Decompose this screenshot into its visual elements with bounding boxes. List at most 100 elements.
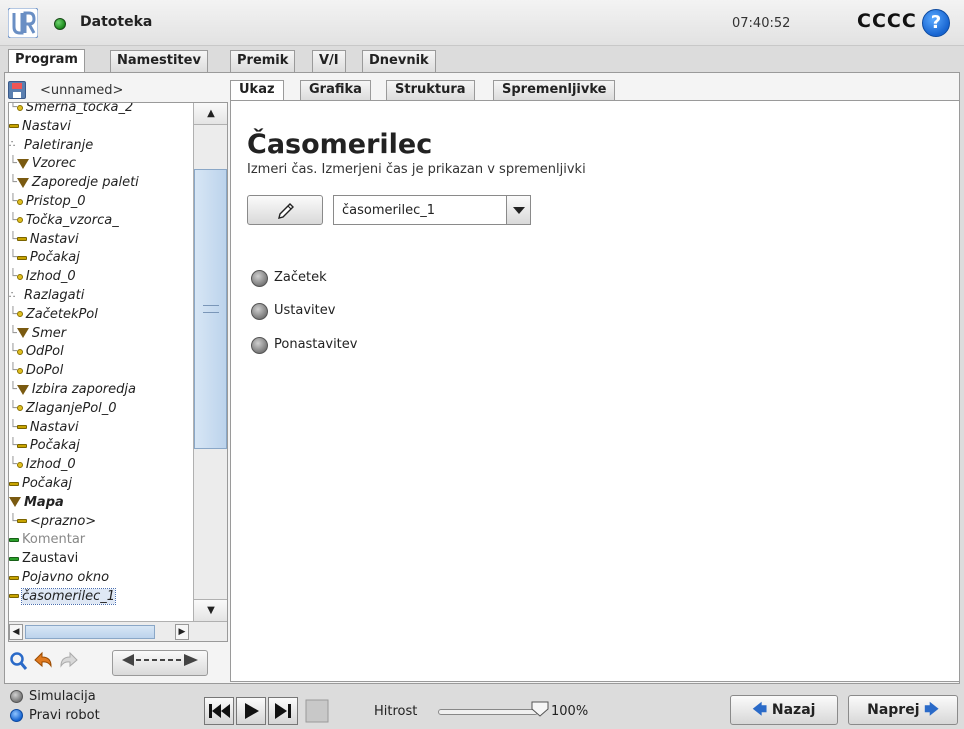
- tree-connector: └: [9, 457, 17, 473]
- tree-vertical-scrollbar[interactable]: ▲ ▼: [193, 103, 227, 621]
- tree-node-label: Zaustavi: [22, 551, 79, 567]
- option-reset-label: Ponastavitev: [274, 337, 358, 352]
- waypoint-icon: [16, 217, 23, 224]
- real-robot-option[interactable]: Pravi robot: [10, 708, 100, 723]
- tree-node[interactable]: └ Nastavi: [9, 231, 193, 249]
- tree-connector: └: [9, 212, 17, 228]
- tree-node[interactable]: └ Zaporedje paleti: [9, 174, 193, 192]
- speed-slider-thumb[interactable]: [530, 700, 550, 718]
- chevron-down-icon[interactable]: [506, 196, 530, 224]
- folder-icon: [16, 328, 29, 339]
- tree-node[interactable]: Zaustavi: [9, 550, 193, 568]
- pencil-icon: [278, 203, 294, 219]
- scroll-up-icon[interactable]: ▲: [194, 103, 227, 125]
- tree-connector: └: [9, 269, 17, 285]
- robot-name: CCCC: [857, 10, 917, 32]
- step-button[interactable]: [268, 697, 298, 725]
- tree-horizontal-scrollbar[interactable]: ◀ ▶: [9, 621, 227, 641]
- tab-installation[interactable]: Namestitev: [110, 50, 208, 72]
- tree-connector: └: [9, 419, 17, 435]
- tree-node[interactable]: └ Vzorec: [9, 155, 193, 173]
- folder-icon: [16, 384, 29, 395]
- command-icon: [9, 556, 19, 561]
- tree-node[interactable]: Pojavno okno: [9, 569, 193, 587]
- arrow-right-icon: 🡆: [924, 702, 939, 718]
- move-node-button[interactable]: [112, 650, 208, 676]
- tree-node-label: Nastavi: [29, 231, 79, 247]
- speed-slider[interactable]: [438, 709, 538, 715]
- tree-connector: └: [9, 231, 17, 247]
- timer-variable-value: časomerilec_1: [342, 203, 435, 218]
- undo-icon[interactable]: [30, 650, 56, 676]
- tree-node[interactable]: časomerilec_1: [9, 587, 193, 606]
- tree-node[interactable]: └ Pristop_0: [9, 193, 193, 211]
- tree-node[interactable]: Komentar: [9, 531, 193, 549]
- tree-node[interactable]: └ Počakaj: [9, 437, 193, 455]
- tree-node[interactable]: Počakaj: [9, 475, 193, 493]
- tree-node[interactable]: └ <prazno>: [9, 513, 193, 531]
- edit-variable-button[interactable]: [247, 195, 323, 225]
- tree-node-label: ZlaganjePol_0: [25, 400, 117, 416]
- tab-structure[interactable]: Struktura: [386, 80, 475, 100]
- program-file-row: <unnamed>: [8, 80, 226, 102]
- tree-node-label: OdPol: [25, 344, 64, 360]
- option-start-label: Začetek: [274, 270, 327, 285]
- tree-toolbar: [8, 648, 228, 678]
- simulation-option[interactable]: Simulacija: [10, 689, 96, 704]
- radio-icon[interactable]: [251, 270, 268, 287]
- next-button[interactable]: Naprej 🡆: [848, 695, 958, 725]
- tab-program[interactable]: Program: [8, 49, 85, 73]
- tree-node[interactable]: └ Smerna_točka_2: [9, 103, 193, 117]
- tree-node[interactable]: └ Izbira zaporedja: [9, 381, 193, 399]
- radio-icon[interactable]: [251, 303, 268, 320]
- real-robot-radio-icon[interactable]: [10, 709, 23, 722]
- tab-log[interactable]: Dnevnik: [362, 50, 436, 72]
- tab-move[interactable]: Premik: [230, 50, 296, 72]
- help-button[interactable]: ?: [922, 9, 950, 37]
- save-icon[interactable]: [8, 81, 26, 99]
- tree-node[interactable]: └ Nastavi: [9, 419, 193, 437]
- tree-node[interactable]: └ Smer: [9, 325, 193, 343]
- tree-node-label: Komentar: [22, 532, 86, 548]
- tree-node[interactable]: └ Počakaj: [9, 249, 193, 267]
- back-button[interactable]: 🡄 Nazaj: [730, 695, 838, 725]
- skip-back-button[interactable]: [204, 697, 234, 725]
- file-menu[interactable]: Datoteka: [80, 14, 152, 30]
- tree-node[interactable]: ∴ Paletiranje: [9, 137, 193, 155]
- tab-command[interactable]: Ukaz: [230, 80, 284, 100]
- scroll-left-icon[interactable]: ◀: [9, 624, 23, 640]
- stop-button[interactable]: [300, 697, 336, 725]
- scroll-down-icon[interactable]: ▼: [194, 599, 227, 621]
- redo-icon[interactable]: [56, 650, 82, 676]
- scroll-grip-icon: [203, 305, 219, 313]
- scroll-right-icon[interactable]: ▶: [175, 624, 189, 640]
- tab-graphics[interactable]: Grafika: [300, 80, 371, 100]
- timer-variable-select[interactable]: časomerilec_1: [333, 195, 531, 225]
- tree-node[interactable]: └ DoPol: [9, 362, 193, 380]
- play-button[interactable]: [236, 697, 266, 725]
- tree-node-label: Izbira zaporedja: [31, 382, 136, 397]
- tree-node[interactable]: └ ZlaganjePol_0: [9, 400, 193, 418]
- simulation-radio-icon[interactable]: [10, 690, 23, 703]
- tree-node-label: Nastavi: [22, 118, 71, 134]
- tree-node[interactable]: └ ZačetekPol: [9, 306, 193, 324]
- horizontal-scroll-thumb[interactable]: [25, 625, 155, 639]
- scroll-thumb[interactable]: [194, 169, 227, 449]
- tree-node[interactable]: └ Izhod_0: [9, 456, 193, 474]
- tree-node[interactable]: └ Izhod_0: [9, 268, 193, 286]
- radio-icon[interactable]: [251, 337, 268, 354]
- tree-node[interactable]: └ Točka_vzorca_: [9, 212, 193, 230]
- waypoint-icon: [16, 461, 23, 468]
- tree-node-label: DoPol: [25, 363, 64, 379]
- search-icon[interactable]: [8, 650, 30, 676]
- tree-node[interactable]: Nastavi: [9, 118, 193, 136]
- tree-node[interactable]: ∴ Razlagati: [9, 287, 193, 305]
- tree-node[interactable]: Mapa: [9, 494, 193, 512]
- command-icon: [16, 443, 27, 448]
- tab-io[interactable]: V/I: [312, 50, 346, 72]
- tab-variables[interactable]: Spremenljivke: [493, 80, 616, 100]
- tree-connector: └: [9, 103, 17, 115]
- tree-node-label: Paletiranje: [24, 137, 94, 153]
- tree-node[interactable]: └ OdPol: [9, 343, 193, 361]
- command-icon: [16, 237, 27, 242]
